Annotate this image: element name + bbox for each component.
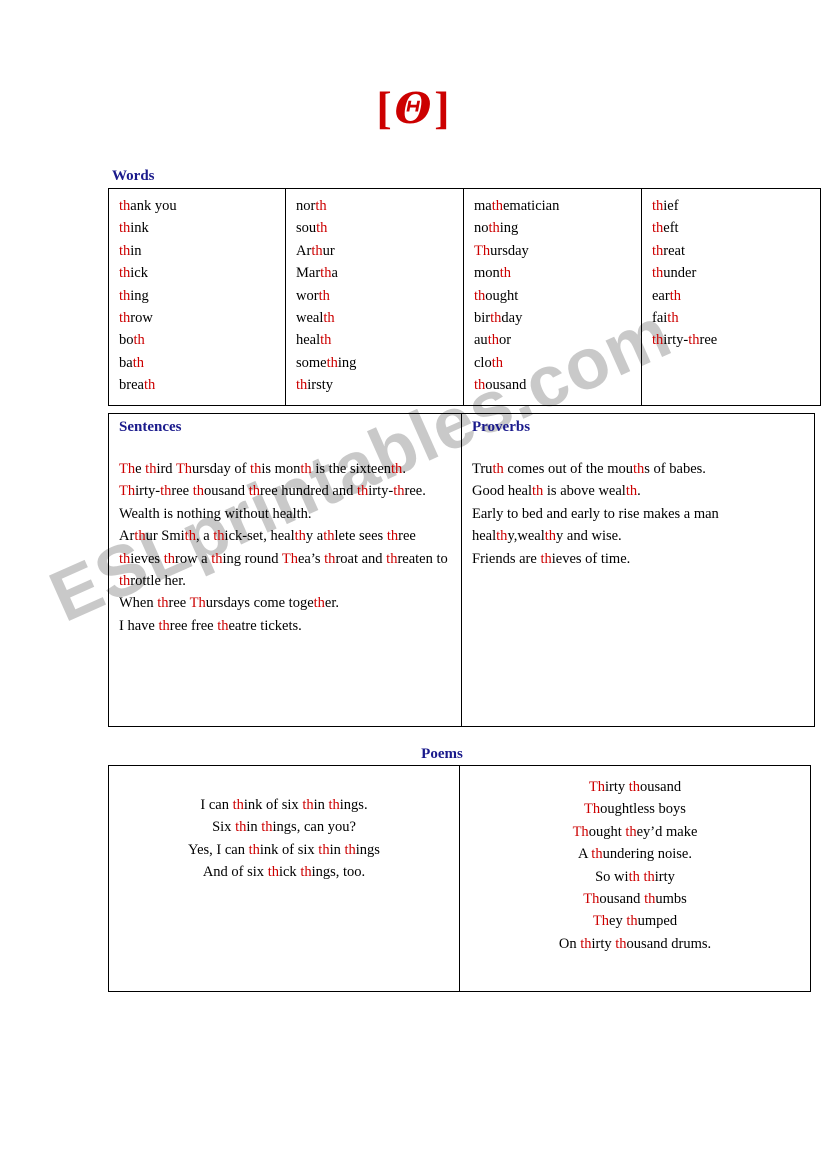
text-line: thought — [474, 287, 519, 304]
text-line: The third Thursday of this month is the … — [119, 461, 406, 477]
text-line: thief — [652, 198, 679, 214]
text-line: When three Thursdays come together. — [119, 595, 340, 612]
words-table: thank you think thin thick thing throw both bat… — [108, 188, 821, 406]
title-bracket-open: [ — [376, 82, 392, 133]
text-line: Arthur — [296, 242, 335, 259]
text-line: Good health is above wealth. — [472, 483, 641, 500]
text-line: Truth comes out of the mouths of babes. — [472, 461, 706, 477]
text-line: worth — [296, 287, 330, 304]
text-line: earth — [652, 287, 681, 304]
words-heading: Words — [112, 168, 155, 184]
poems-heading: Poems — [421, 746, 463, 762]
words-column-3: mathematician nothing Thursday month thought… — [463, 188, 642, 406]
text-line: Yes, I can think of six thin things — [188, 841, 380, 858]
text-line: think — [119, 220, 149, 237]
title-phoneme-symbol: Θ — [394, 84, 432, 133]
text-line: I can think of six thin things. — [200, 797, 368, 813]
text-line: health — [296, 332, 332, 349]
text-line: birthday — [474, 310, 523, 327]
text-line: thick — [119, 265, 148, 282]
text-line: throw — [119, 310, 153, 327]
text-line: Thirty-three thousand three hundred and … — [119, 483, 426, 500]
text-line: breath — [119, 377, 156, 394]
text-line: threat — [652, 242, 686, 259]
text-line: On thirty thousand drums. — [558, 935, 712, 952]
poems-table: I can think of six thin things. Six thin … — [108, 765, 811, 992]
poem-right-body: Thirty thousand Thoughtless boys Thought t… — [468, 776, 802, 955]
text-line: cloth — [474, 354, 503, 371]
words-column-2: north south Arthur Martha worth wealth health s… — [285, 188, 464, 406]
text-line: faith — [652, 310, 679, 327]
text-line: Early to bed and early to rise makes a m… — [472, 505, 719, 545]
text-line: I have three free theatre tickets. — [119, 617, 302, 634]
proverbs-heading: Proverbs — [472, 419, 531, 435]
page-title: [Θ] — [0, 82, 826, 135]
sentences-proverbs-table: Sentences The third Thursday of this mon… — [108, 413, 815, 727]
poem-left-body: I can think of six thin things. Six thin … — [117, 776, 451, 884]
text-line: north — [296, 198, 327, 214]
text-line: mathematician — [474, 198, 560, 214]
text-line: Thousand thumbs — [583, 891, 687, 908]
title-bracket-close: ] — [434, 82, 450, 133]
table-row: thank you think thin thick thing throw both bat… — [108, 188, 821, 406]
sentences-cell: Sentences The third Thursday of this mon… — [108, 413, 462, 727]
text-line: bath — [119, 354, 144, 371]
text-line: thousand — [474, 377, 527, 394]
text-line: Thirty thousand — [588, 779, 682, 795]
text-line: thunder — [652, 265, 697, 282]
text-line: nothing — [474, 220, 519, 237]
text-line: thirsty — [296, 377, 334, 394]
text-line: Martha — [296, 265, 338, 282]
poem-right-cell: Thirty thousand Thoughtless boys Thought t… — [459, 765, 811, 992]
text-line: Friends are thieves of time. — [472, 550, 631, 567]
text-line: south — [296, 220, 328, 237]
text-line: wealth — [296, 310, 335, 327]
text-line: author — [474, 332, 512, 349]
text-line: something — [296, 354, 357, 371]
text-line: thirty-three — [652, 332, 718, 349]
sentences-body: The third Thursday of this month is the … — [119, 458, 453, 637]
words-column-1: thank you think thin thick thing throw both bat… — [108, 188, 286, 406]
text-line: Six thin things, can you? — [212, 819, 356, 836]
worksheet-page: [Θ] Words thank you think thin thick thing th… — [0, 0, 826, 1169]
text-line: Thought they’d make — [572, 823, 698, 840]
table-row: Sentences The third Thursday of this mon… — [108, 413, 815, 727]
text-line: month — [474, 265, 512, 282]
text-line: both — [119, 332, 145, 349]
sentences-heading: Sentences — [119, 419, 182, 435]
text-line: theft — [652, 220, 679, 237]
proverbs-body: Truth comes out of the mouths of babes. G… — [472, 458, 806, 570]
text-line: So with thirty — [595, 868, 675, 885]
text-line: They thumped — [592, 913, 678, 930]
text-line: thin — [119, 242, 142, 259]
words-column-4: thief theft threat thunder earth faith thirty-… — [641, 188, 821, 406]
text-line: Thursday — [474, 242, 529, 259]
text-line: Thoughtless boys — [584, 801, 686, 818]
poem-left-cell: I can think of six thin things. Six thin … — [108, 765, 460, 992]
text-line: thank you — [119, 198, 177, 214]
text-line: A thundering noise. — [578, 846, 692, 863]
table-row: I can think of six thin things. Six thin … — [108, 765, 811, 992]
text-line: And of six thick things, too. — [202, 864, 366, 881]
text-line: Wealth is nothing without health. — [119, 505, 312, 522]
text-line: Arthur Smith, a thick-set, healthy athle… — [119, 528, 448, 590]
text-line: thing — [119, 287, 149, 304]
proverbs-cell: Proverbs Truth comes out of the mouths o… — [461, 413, 815, 727]
